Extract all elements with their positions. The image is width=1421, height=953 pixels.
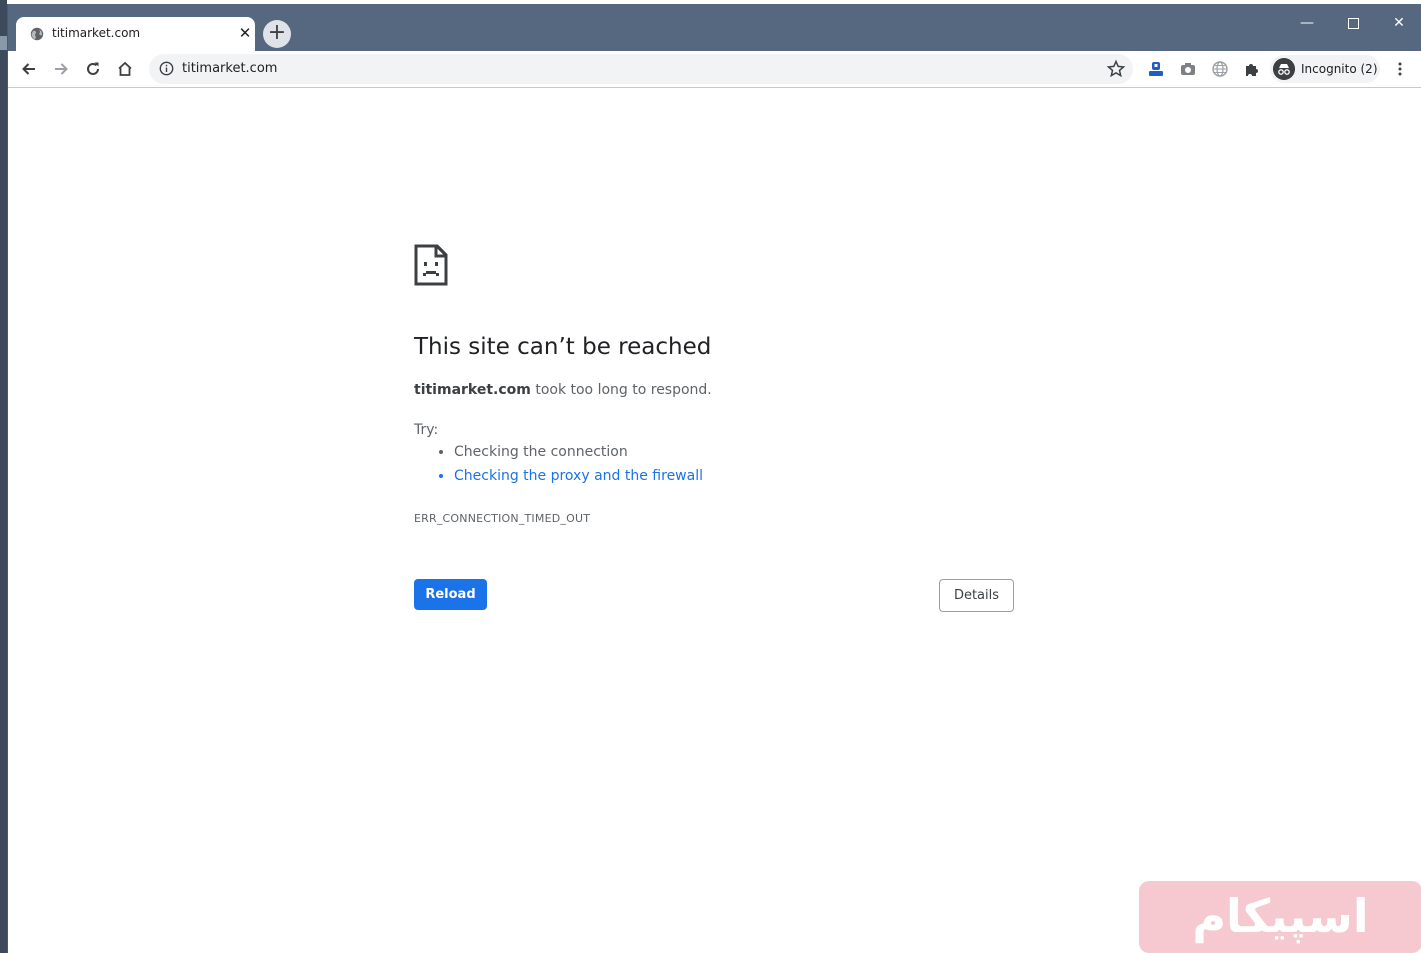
refresh-button[interactable] bbox=[79, 55, 107, 83]
incognito-icon bbox=[1273, 58, 1295, 80]
incognito-profile-button[interactable]: Incognito (2) bbox=[1270, 55, 1380, 83]
extension-globe-button[interactable] bbox=[1206, 55, 1234, 83]
extension-vpn-button[interactable] bbox=[1142, 55, 1170, 83]
back-button[interactable] bbox=[15, 55, 43, 83]
browser-tab[interactable]: titimarket.com ✕ bbox=[16, 17, 255, 51]
info-icon[interactable] bbox=[159, 61, 174, 76]
address-bar[interactable]: titimarket.com bbox=[149, 54, 1133, 84]
suggestion-check-connection: Checking the connection bbox=[454, 440, 703, 464]
suggestions-list: Checking the connection Checking the pro… bbox=[414, 440, 703, 488]
try-label: Try: bbox=[414, 422, 439, 438]
error-host: titimarket.com bbox=[414, 382, 531, 398]
vpn-extension-icon bbox=[1149, 62, 1163, 76]
incognito-label: Incognito (2) bbox=[1301, 62, 1378, 76]
error-message: took too long to respond. bbox=[530, 382, 712, 398]
maximize-button[interactable] bbox=[1330, 10, 1376, 36]
bookmark-star-icon[interactable] bbox=[1106, 59, 1126, 79]
reload-button[interactable]: Reload bbox=[414, 579, 487, 610]
watermark-logo: اسپیکام bbox=[1139, 881, 1421, 953]
new-tab-button[interactable]: + bbox=[263, 20, 291, 48]
error-heading: This site can’t be reached bbox=[414, 334, 712, 360]
forward-arrow-icon bbox=[55, 63, 68, 75]
extensions-button[interactable] bbox=[1238, 55, 1266, 83]
details-button[interactable]: Details bbox=[939, 579, 1014, 612]
toolbar: titimarket.com Incognito (2) bbox=[8, 51, 1421, 88]
sad-page-icon bbox=[414, 244, 448, 286]
close-tab-icon[interactable]: ✕ bbox=[236, 24, 254, 42]
error-description: titimarket.com took too long to respond. bbox=[414, 382, 712, 398]
menu-button[interactable] bbox=[1386, 55, 1414, 83]
home-icon bbox=[118, 61, 132, 76]
translate-globe-icon bbox=[1212, 61, 1228, 77]
extension-camera-button[interactable] bbox=[1174, 55, 1202, 83]
maximize-icon bbox=[1347, 17, 1359, 29]
url-text[interactable]: titimarket.com bbox=[182, 61, 277, 76]
refresh-icon bbox=[87, 62, 99, 75]
back-arrow-icon bbox=[22, 63, 35, 75]
camera-icon bbox=[1181, 63, 1195, 75]
home-button[interactable] bbox=[111, 55, 139, 83]
kebab-menu-icon bbox=[1398, 62, 1402, 76]
desktop-icon-fragment bbox=[0, 36, 7, 50]
desktop-edge bbox=[0, 0, 7, 953]
suggestion-check-proxy-link[interactable]: Checking the proxy and the firewall bbox=[454, 464, 703, 488]
tab-title: titimarket.com bbox=[52, 26, 141, 40]
forward-button[interactable] bbox=[47, 55, 75, 83]
puzzle-icon bbox=[1246, 64, 1258, 76]
globe-icon bbox=[30, 27, 44, 41]
minimize-button[interactable]: — bbox=[1284, 10, 1330, 36]
title-bar: titimarket.com ✕ + — ✕ bbox=[8, 4, 1421, 51]
page-content: This site can’t be reached titimarket.co… bbox=[8, 88, 1421, 953]
browser-window: titimarket.com ✕ + — ✕ titimarket.com In… bbox=[7, 4, 1421, 953]
close-window-button[interactable]: ✕ bbox=[1376, 10, 1421, 36]
error-code: ERR_CONNECTION_TIMED_OUT bbox=[414, 512, 591, 525]
